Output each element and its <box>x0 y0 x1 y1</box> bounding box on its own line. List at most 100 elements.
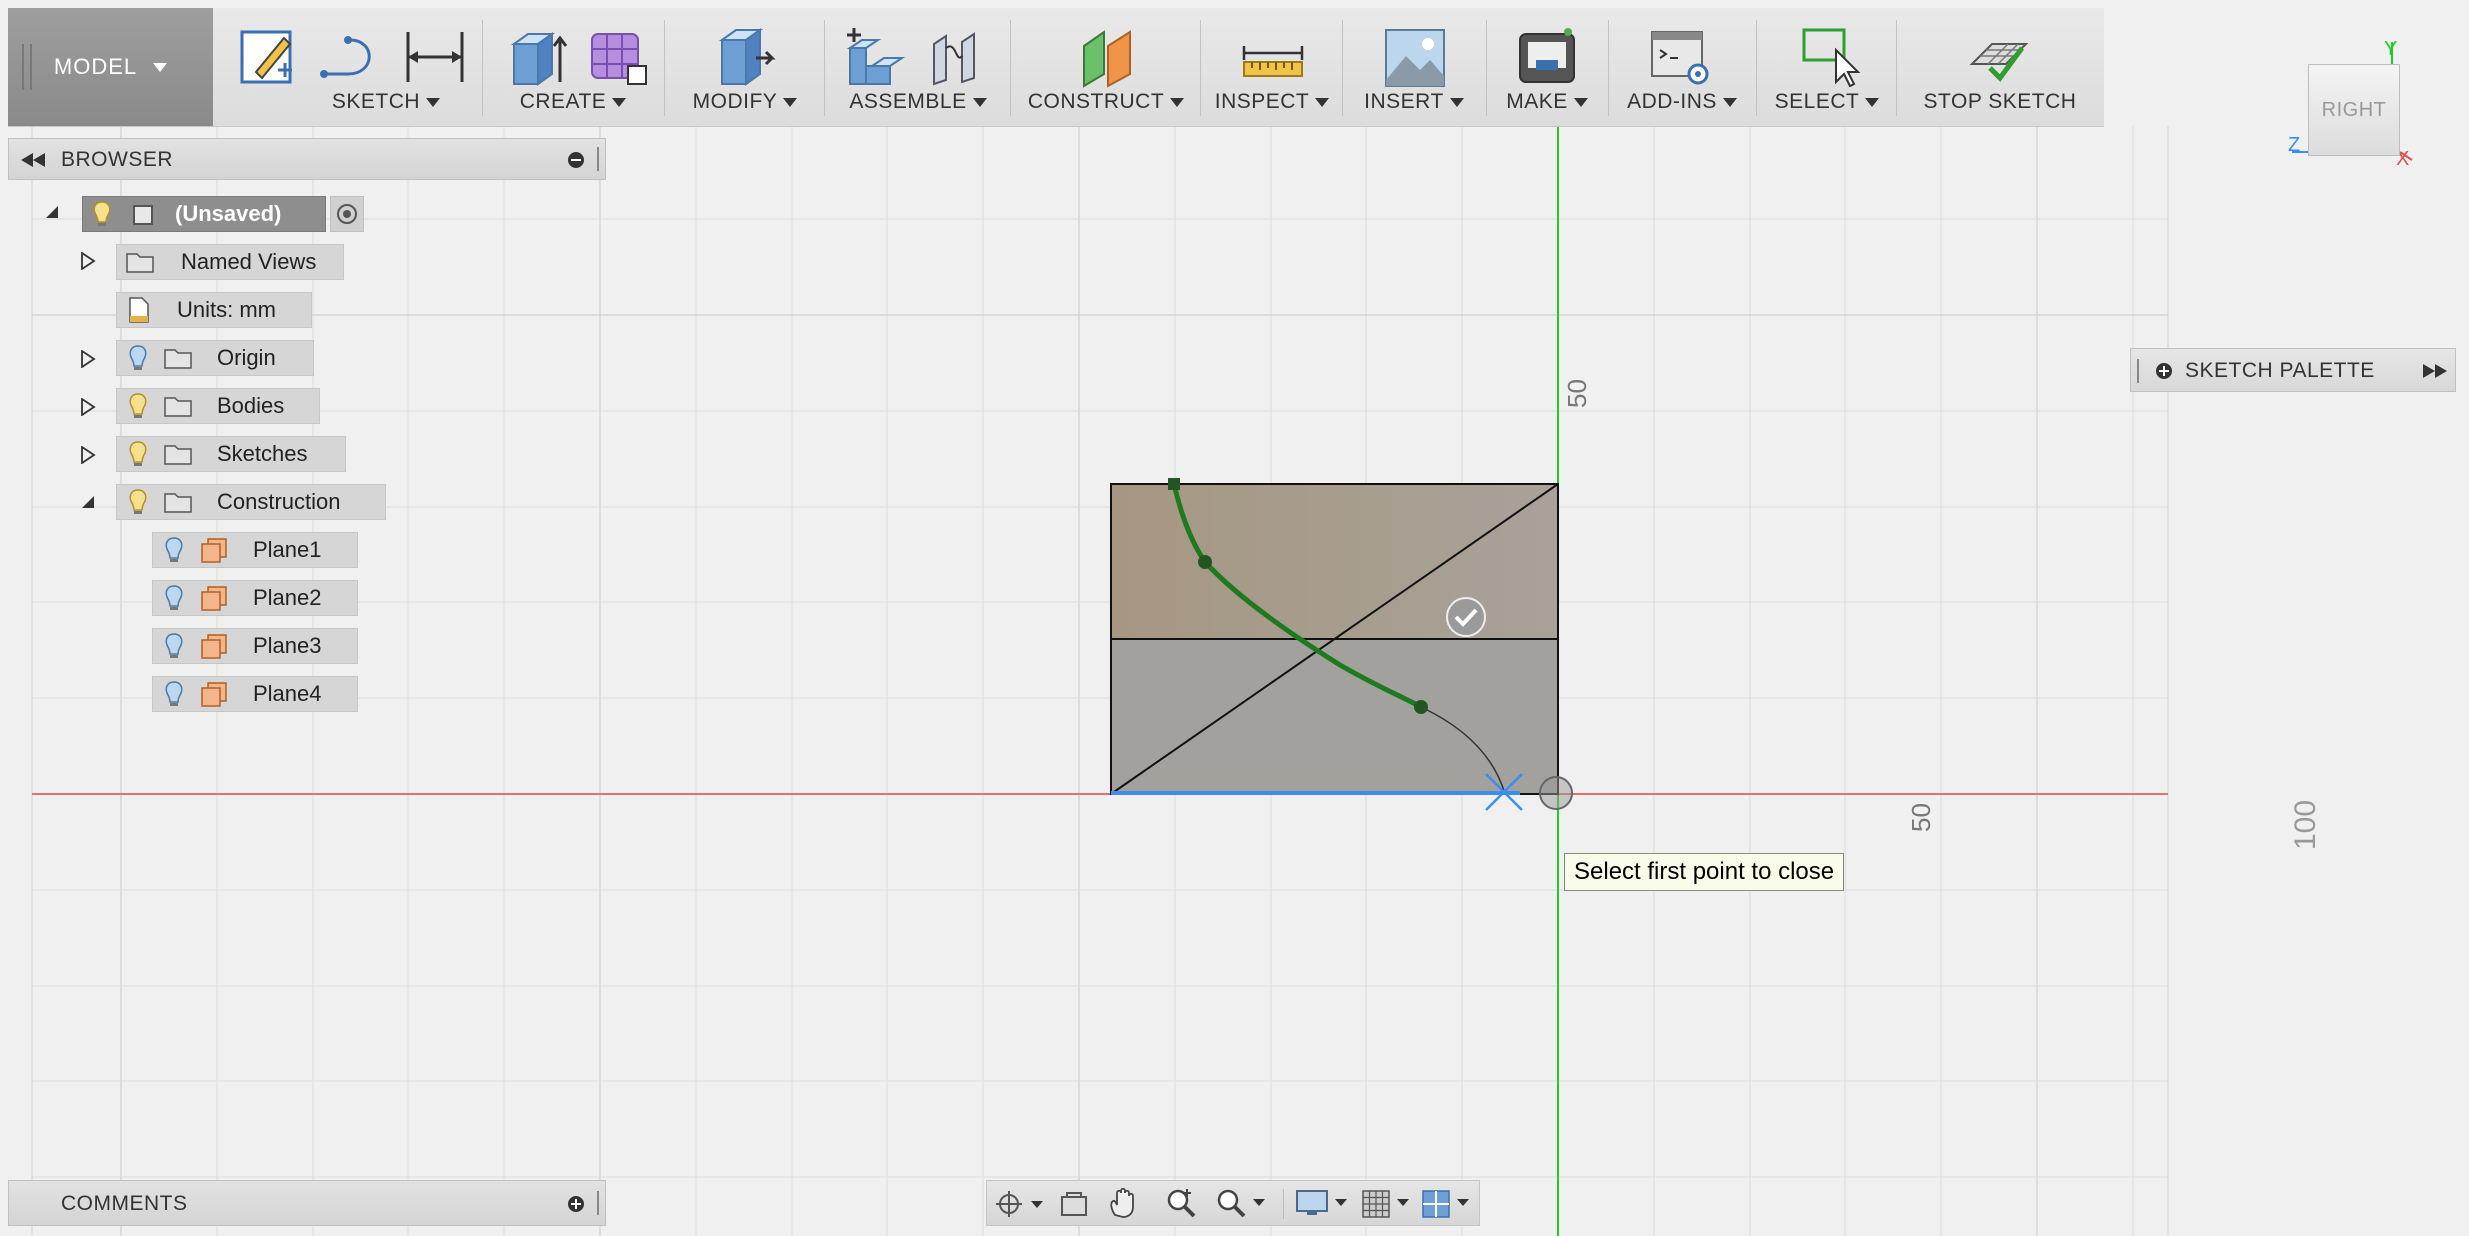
tree-item-origin[interactable]: Origin <box>116 340 314 376</box>
canvas-viewport[interactable]: 50 50 100 <box>0 0 2469 1236</box>
inspect-menu[interactable]: INSPECT <box>1208 90 1336 114</box>
extrude-icon[interactable] <box>508 24 568 90</box>
construct-group[interactable]: CONSTRUCT <box>1018 8 1194 126</box>
stop-sketch-button[interactable]: STOP SKETCH <box>1902 8 2098 126</box>
tree-item-plane1[interactable]: Plane1 <box>152 532 358 568</box>
create-group[interactable]: CREATE <box>488 8 658 126</box>
fit-zoom-icon[interactable] <box>1215 1187 1271 1219</box>
zoom-icon[interactable] <box>1165 1187 1197 1219</box>
orbit-icon[interactable] <box>995 1189 1049 1219</box>
tree-item-plane4[interactable]: Plane4 <box>152 676 358 712</box>
comments-panel-header[interactable]: COMMENTS <box>8 1180 606 1226</box>
construct-menu[interactable]: CONSTRUCT <box>1018 90 1194 114</box>
create-menu[interactable]: CREATE <box>488 90 658 114</box>
insert-menu[interactable]: INSERT <box>1348 90 1480 114</box>
sketch-group[interactable]: SKETCH <box>226 8 476 126</box>
collapsed-triangle-icon[interactable] <box>80 350 96 368</box>
new-component-icon[interactable] <box>842 24 908 90</box>
create-sketch-icon[interactable] <box>238 24 300 90</box>
line-tool-icon[interactable] <box>318 24 382 90</box>
lightbulb-icon[interactable] <box>127 392 149 420</box>
make-group[interactable]: MAKE <box>1492 8 1602 126</box>
assemble-group[interactable]: ASSEMBLE <box>832 8 1004 126</box>
collapse-panel-icon[interactable] <box>21 153 47 167</box>
toolbar-separator <box>1756 20 1757 116</box>
add-circle-icon[interactable] <box>2155 362 2173 380</box>
tree-item-label: Construction <box>217 489 341 514</box>
expanded-triangle-icon[interactable] <box>80 494 96 510</box>
grid-settings-icon[interactable] <box>1361 1189 1417 1219</box>
pan-hand-icon[interactable] <box>1107 1187 1137 1219</box>
main-toolbar: MODEL SKETCH CREATE MODIFY ASSEMBLE CONS… <box>8 8 2104 127</box>
select-menu[interactable]: SELECT <box>1764 90 1890 114</box>
addins-group[interactable]: ADD-INS <box>1614 8 1750 126</box>
sketch-palette-header[interactable]: SKETCH PALETTE <box>2130 348 2456 392</box>
lightbulb-icon[interactable] <box>127 440 149 468</box>
browser-panel-header[interactable]: BROWSER <box>8 138 606 180</box>
tree-item-sketches[interactable]: Sketches <box>116 436 346 472</box>
workspace-label: MODEL <box>53 54 138 79</box>
lightbulb-icon[interactable] <box>91 200 113 228</box>
scripts-addins-icon[interactable] <box>1648 24 1714 90</box>
look-at-icon[interactable] <box>1059 1189 1089 1219</box>
press-pull-icon[interactable] <box>712 24 778 90</box>
insert-image-icon[interactable] <box>1382 24 1448 90</box>
collapsed-triangle-icon[interactable] <box>80 446 96 464</box>
modify-menu[interactable]: MODIFY <box>672 90 818 114</box>
tree-item-bodies[interactable]: Bodies <box>116 388 320 424</box>
lightbulb-icon[interactable] <box>127 488 149 516</box>
select-group[interactable]: SELECT <box>1764 8 1890 126</box>
sketch-palette-title: SKETCH PALETTE <box>2185 359 2375 382</box>
lightbulb-icon[interactable] <box>163 680 185 708</box>
tree-item-construction[interactable]: Construction <box>116 484 386 520</box>
toolbar-grip[interactable] <box>22 44 32 90</box>
lightbulb-icon[interactable] <box>163 632 185 660</box>
tree-item-label: Plane1 <box>253 537 322 562</box>
workspace-switcher-button[interactable]: MODEL <box>8 8 213 126</box>
inspect-group[interactable]: INSPECT <box>1208 8 1336 126</box>
lightbulb-icon[interactable] <box>163 584 185 612</box>
3d-print-icon[interactable] <box>1514 24 1580 90</box>
modify-group[interactable]: MODIFY <box>672 8 818 126</box>
offset-plane-icon[interactable] <box>1074 24 1140 90</box>
spline-point[interactable] <box>1414 700 1428 714</box>
make-menu[interactable]: MAKE <box>1492 90 1602 114</box>
display-settings-icon[interactable] <box>1295 1189 1355 1219</box>
sketch-canvas[interactable]: 50 50 100 <box>0 0 2469 1236</box>
viewports-icon[interactable] <box>1421 1189 1477 1219</box>
addins-menu[interactable]: ADD-INS <box>1614 90 1750 114</box>
toolbar-separator <box>1896 20 1897 116</box>
stop-sketch-icon[interactable] <box>1966 24 2032 90</box>
tree-item-label: Plane3 <box>253 633 322 658</box>
add-comment-icon[interactable] <box>567 1195 585 1213</box>
panel-resize-handle[interactable] <box>597 1191 599 1215</box>
measure-icon[interactable] <box>1240 24 1306 90</box>
minimize-icon[interactable] <box>567 151 585 169</box>
plane-icon <box>201 634 227 659</box>
tree-item-units[interactable]: Units: mm <box>116 292 312 328</box>
tree-item-root[interactable]: (Unsaved) <box>82 196 364 232</box>
lightbulb-icon[interactable] <box>163 536 185 564</box>
spline-point[interactable] <box>1198 555 1212 569</box>
select-icon[interactable] <box>1798 24 1864 90</box>
insert-group[interactable]: INSERT <box>1348 8 1480 126</box>
tree-item-named-views[interactable]: Named Views <box>116 244 344 280</box>
finish-check-icon[interactable] <box>1446 597 1486 637</box>
panel-resize-handle[interactable] <box>597 147 599 171</box>
assemble-menu[interactable]: ASSEMBLE <box>832 90 1004 114</box>
viewcube[interactable]: RIGHT <box>2308 64 2400 156</box>
collapsed-triangle-icon[interactable] <box>80 398 96 416</box>
expand-panel-icon[interactable] <box>2423 364 2447 378</box>
collapsed-triangle-icon[interactable] <box>80 252 96 270</box>
activate-component-button[interactable] <box>330 196 364 232</box>
dimension-tool-icon[interactable] <box>402 24 468 90</box>
form-icon[interactable] <box>588 24 648 90</box>
sketch-menu[interactable]: SKETCH <box>296 90 476 114</box>
expanded-triangle-icon[interactable] <box>44 204 60 220</box>
panel-resize-handle[interactable] <box>2137 359 2139 383</box>
tree-item-plane3[interactable]: Plane3 <box>152 628 358 664</box>
lightbulb-icon[interactable] <box>127 344 149 372</box>
joint-icon[interactable] <box>926 24 992 90</box>
tree-item-plane2[interactable]: Plane2 <box>152 580 358 616</box>
spline-point[interactable] <box>1168 478 1180 490</box>
